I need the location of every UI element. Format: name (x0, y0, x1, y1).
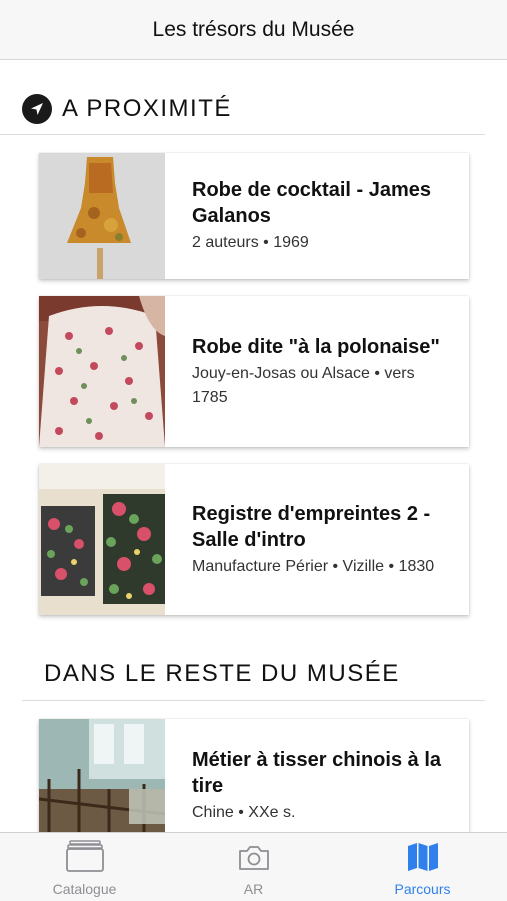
tab-catalogue[interactable]: Catalogue (0, 833, 169, 901)
list-item[interactable]: Registre d'empreintes 2 - Salle d'intro … (39, 464, 469, 615)
list-item[interactable]: Métier à tisser chinois à la tire Chine … (39, 719, 469, 832)
list-item[interactable]: Robe de cocktail - James Galanos 2 auteu… (39, 153, 469, 279)
page-title: Les trésors du Musée (152, 17, 355, 41)
item-meta: 2 auteurs • 1969 (192, 234, 309, 251)
section-title-rest: DANS LE RESTE DU MUSÉE (44, 660, 400, 687)
tab-label: AR (243, 881, 264, 897)
scroll-content[interactable]: A PROXIMITÉ Robe de cocktail - James Gal… (0, 60, 507, 832)
item-title: Registre d'empreintes 2 - Salle d'intro (192, 502, 431, 551)
tab-label: Catalogue (52, 881, 117, 897)
item-meta: Manufacture Périer • Vizille • 1830 (192, 557, 435, 575)
artwork-thumbnail (39, 153, 165, 279)
tab-ar[interactable]: AR (169, 833, 338, 901)
tab-parcours[interactable]: Parcours (338, 833, 507, 901)
section-header-rest: DANS LE RESTE DU MUSÉE (22, 648, 485, 701)
item-meta: Chine • XXe s. (192, 804, 296, 821)
catalogue-icon (65, 840, 104, 877)
artwork-thumbnail (39, 464, 165, 615)
item-title: Robe dite "à la polonaise" (192, 335, 440, 358)
artwork-thumbnail (39, 296, 165, 447)
section-title-nearby: A PROXIMITÉ (62, 95, 232, 122)
camera-icon (237, 844, 271, 877)
tab-bar: Catalogue AR Parcours (0, 832, 507, 901)
tab-label: Parcours (394, 881, 451, 897)
map-icon (406, 842, 440, 877)
section-header-nearby: A PROXIMITÉ (0, 84, 485, 135)
artwork-thumbnail (39, 719, 165, 832)
item-title: Robe de cocktail - James Galanos (192, 179, 431, 227)
item-title: Métier à tisser chinois à la tire (192, 749, 441, 797)
list-item[interactable]: Robe dite "à la polonaise" Jouy-en-Josas… (39, 296, 469, 447)
location-arrow-icon (22, 94, 52, 124)
nav-bar: Les trésors du Musée (0, 0, 507, 60)
item-meta: Jouy-en-Josas ou Alsace • vers 1785 (192, 364, 415, 406)
